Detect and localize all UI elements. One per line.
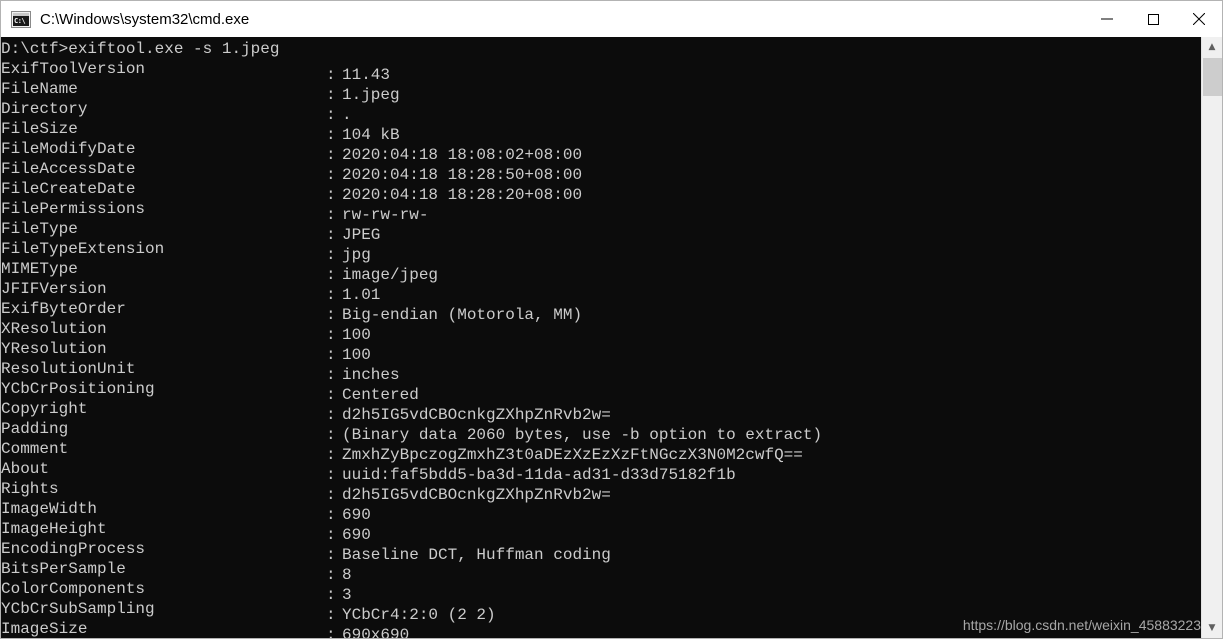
console-row: ImageWidth:690	[1, 499, 1222, 524]
metadata-key: Rights	[1, 480, 59, 498]
console-row: FilePermissions: rw-rw-rw-	[1, 199, 1222, 224]
metadata-key: ExifToolVersion	[1, 60, 146, 78]
window-title: C:\Windows\system32\cmd.exe	[40, 10, 250, 28]
metadata-key: XResolution	[1, 320, 107, 338]
metadata-key: FileSize	[1, 120, 78, 138]
console-row: XResolution:100	[1, 319, 1222, 344]
console-row: EncodingProcess: Baseline DCT, Huffman co…	[1, 539, 1222, 564]
metadata-key: EncodingProcess	[1, 540, 146, 558]
scrollbar-thumb[interactable]	[1203, 58, 1222, 96]
chevron-down-icon: ▼	[1208, 622, 1216, 633]
console-row: FileCreateDate:2020:04:18 18:28:20+08:00	[1, 179, 1222, 204]
chevron-up-icon: ▲	[1208, 41, 1216, 52]
close-button[interactable]	[1176, 1, 1222, 37]
console-row: FileTypeExtension: jpg	[1, 239, 1222, 264]
console-lines: D:\ctf>exiftool.exe -s 1.jpeg ExifToolVer…	[1, 39, 1222, 638]
console-row: MIMEType: image/jpeg	[1, 259, 1222, 284]
cmd-icon: C:\	[11, 10, 31, 28]
cmd-window: C:\ C:\Windows\system32\cmd.exe D:\ctf>e…	[0, 0, 1223, 639]
console-output-area[interactable]: D:\ctf>exiftool.exe -s 1.jpeg ExifToolVer…	[1, 37, 1222, 638]
metadata-key: FilePermissions	[1, 200, 146, 218]
metadata-value: 690x690	[342, 626, 410, 638]
vertical-scrollbar[interactable]: ▲ ▼	[1201, 37, 1222, 638]
metadata-key: ImageHeight	[1, 520, 107, 538]
metadata-key: BitsPerSample	[1, 560, 126, 578]
metadata-value: Baseline DCT, Huffman coding	[342, 546, 611, 564]
scroll-up-button[interactable]: ▲	[1202, 37, 1222, 57]
watermark-text: https://blog.csdn.net/weixin_45883223	[962, 617, 1201, 633]
console-row: FileModifyDate:2020:04:18 18:08:02+08:00	[1, 139, 1222, 164]
metadata-key: JFIFVersion	[1, 280, 107, 298]
console-row: FileType: JPEG	[1, 219, 1222, 244]
metadata-key: FileModifyDate	[1, 140, 136, 158]
metadata-key: Directory	[1, 100, 88, 118]
console-row: ExifByteOrder: Big-endian (Motorola, MM)	[1, 299, 1222, 324]
metadata-key: FileType	[1, 220, 78, 238]
console-row: ColorComponents:3	[1, 579, 1222, 604]
console-row: FileAccessDate:2020:04:18 18:28:50+08:00	[1, 159, 1222, 184]
console-row: Directory:.	[1, 99, 1222, 124]
metadata-key: ImageSize	[1, 620, 88, 638]
console-row: YResolution:100	[1, 339, 1222, 364]
metadata-key: ResolutionUnit	[1, 360, 136, 378]
console-row: Padding: (Binary data 2060 bytes, use -b …	[1, 419, 1222, 444]
metadata-value: d2h5IG5vdCBOcnkgZXhpZnRvb2w=	[342, 486, 611, 504]
metadata-key: ExifByteOrder	[1, 300, 126, 318]
console-row: BitsPerSample:8	[1, 559, 1222, 584]
console-row: YCbCrSubSampling: YCbCr4:2:0 (2 2)	[1, 599, 1222, 624]
console-row: FileSize:104 kB	[1, 119, 1222, 144]
scrollbar-track[interactable]	[1202, 57, 1222, 618]
metadata-key: FileCreateDate	[1, 180, 136, 198]
metadata-key: FileTypeExtension	[1, 240, 165, 258]
console-prompt-line: D:\ctf>exiftool.exe -s 1.jpeg	[1, 40, 280, 58]
console-row: Comment: ZmxhZyBpczogZmxhZ3t0aDEzXzEzXzFt…	[1, 439, 1222, 464]
metadata-key: ImageWidth	[1, 500, 98, 518]
console-row: Copyright: d2h5IG5vdCBOcnkgZXhpZnRvb2w=	[1, 399, 1222, 424]
console-row: YCbCrPositioning: Centered	[1, 379, 1222, 404]
metadata-value: Big-endian (Motorola, MM)	[342, 306, 583, 324]
console-row: ResolutionUnit: inches	[1, 359, 1222, 384]
metadata-key: YResolution	[1, 340, 107, 358]
metadata-key: Comment	[1, 440, 69, 458]
metadata-key: Padding	[1, 420, 69, 438]
console-row: About: uuid:faf5bdd5-ba3d-11da-ad31-d33d7…	[1, 459, 1222, 484]
metadata-key: FileAccessDate	[1, 160, 136, 178]
console-row: JFIFVersion:1.01	[1, 279, 1222, 304]
metadata-key: FileName	[1, 80, 78, 98]
maximize-button[interactable]	[1130, 1, 1176, 37]
metadata-key: YCbCrSubSampling	[1, 600, 155, 618]
title-bar[interactable]: C:\ C:\Windows\system32\cmd.exe	[0, 0, 1223, 37]
metadata-key: About	[1, 460, 50, 478]
metadata-key: ColorComponents	[1, 580, 146, 598]
metadata-separator: :	[326, 626, 336, 638]
console-row: ImageHeight:690	[1, 519, 1222, 544]
metadata-key: YCbCrPositioning	[1, 380, 155, 398]
metadata-key: MIMEType	[1, 260, 78, 278]
minimize-button[interactable]	[1084, 1, 1130, 37]
console-row: FileName:1.jpeg	[1, 79, 1222, 104]
console-row: ExifToolVersion:11.43	[1, 59, 1222, 84]
scroll-down-button[interactable]: ▼	[1202, 618, 1222, 638]
cmd-icon-screen: C:\	[13, 15, 29, 26]
metadata-key: Copyright	[1, 400, 88, 418]
